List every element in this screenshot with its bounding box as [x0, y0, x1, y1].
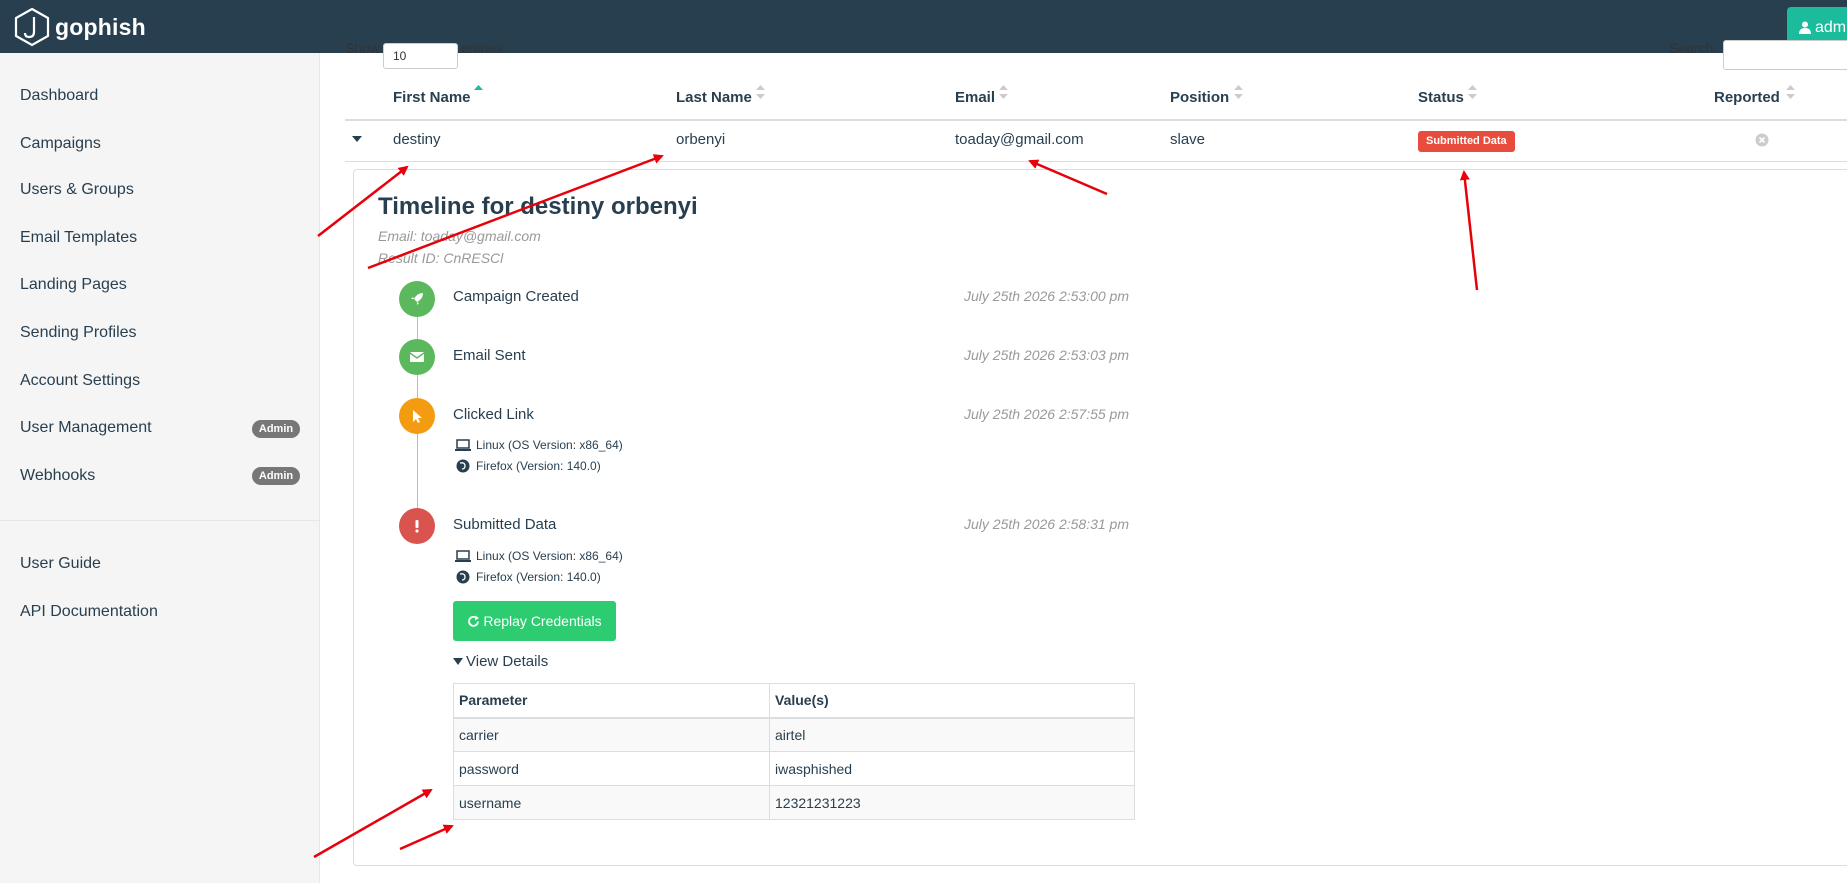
top-navbar: gophish admi — [0, 0, 1847, 53]
sidebar-item-dashboard[interactable]: Dashboard — [20, 84, 98, 108]
browser-version-text: Firefox (Version: 140.0) — [476, 459, 601, 473]
sidebar-item-users-groups[interactable]: Users & Groups — [20, 178, 134, 202]
status-badge: Submitted Data — [1418, 131, 1515, 152]
os-version-text: Linux (OS Version: x86_64) — [476, 549, 623, 563]
timeline-event-label: Email Sent — [453, 347, 526, 364]
table-row: username 12321231223 — [453, 785, 1135, 820]
timeline-result-id: Result ID: CnRESCl — [378, 250, 504, 266]
caret-down-icon — [453, 658, 463, 665]
sidebar-item-account-settings[interactable]: Account Settings — [20, 369, 140, 393]
param-value: iwasphished — [769, 751, 1135, 786]
param-name: password — [453, 751, 770, 786]
envelope-icon — [409, 352, 425, 362]
column-header-position[interactable]: Position — [1170, 89, 1229, 106]
timeline-os-detail: Linux (OS Version: x86_64) — [454, 549, 623, 563]
column-header-status[interactable]: Status — [1418, 89, 1464, 106]
timeline-event-label: Clicked Link — [453, 406, 534, 423]
mouse-pointer-icon — [413, 410, 422, 423]
sidebar-item-campaigns[interactable]: Campaigns — [20, 132, 101, 156]
timeline-event-time: July 25th 2026 2:53:00 pm — [964, 288, 1130, 304]
browser-version-text: Firefox (Version: 140.0) — [476, 570, 601, 584]
brand-link[interactable]: gophish — [13, 7, 146, 47]
column-header-first-name[interactable]: First Name — [393, 89, 471, 106]
user-menu-label: admi — [1815, 18, 1847, 36]
gophish-logo-icon — [14, 7, 50, 47]
timeline-event-label: Campaign Created — [453, 288, 579, 305]
sort-icon — [1786, 85, 1795, 99]
view-details-label: View Details — [466, 653, 549, 670]
sidebar-divider — [0, 520, 320, 521]
sort-icon — [756, 85, 765, 99]
admin-badge: Admin — [252, 467, 300, 485]
sidebar-item-user-guide[interactable]: User Guide — [20, 552, 101, 576]
table-header-divider — [345, 119, 1847, 121]
sidebar-item-sending-profiles[interactable]: Sending Profiles — [20, 321, 137, 345]
sidebar-item-api-documentation[interactable]: API Documentation — [20, 600, 158, 624]
replay-credentials-button[interactable]: Replay Credentials — [453, 601, 616, 641]
firefox-icon — [456, 570, 470, 584]
param-name: carrier — [453, 717, 770, 752]
submitted-data-table: Parameter Value(s) carrier airtel passwo… — [453, 683, 1135, 820]
search-label: Search: — [1669, 40, 1718, 56]
timeline-browser-detail: Firefox (Version: 140.0) — [454, 570, 601, 584]
timeline-event-icon — [399, 339, 435, 375]
cell-last-name: orbenyi — [676, 131, 726, 148]
timeline-title: Timeline for destiny orbenyi — [378, 193, 698, 220]
brand-name: gophish — [55, 13, 146, 40]
exclamation-icon — [415, 520, 419, 533]
timeline-event-icon — [399, 508, 435, 544]
sidebar-item-landing-pages[interactable]: Landing Pages — [20, 273, 127, 297]
sort-icon — [1234, 85, 1243, 99]
param-header: Parameter — [453, 683, 770, 719]
timeline-event-time: July 25th 2026 2:58:31 pm — [964, 516, 1130, 532]
laptop-icon — [455, 550, 471, 562]
user-icon — [1799, 21, 1811, 34]
param-name: username — [453, 785, 770, 820]
timeline-event-label: Submitted Data — [453, 516, 557, 533]
timeline-event-icon — [399, 281, 435, 317]
os-version-text: Linux (OS Version: x86_64) — [476, 438, 623, 452]
table-row: carrier airtel — [453, 717, 1135, 752]
column-header-email[interactable]: Email — [955, 89, 995, 106]
timeline-browser-detail: Firefox (Version: 140.0) — [454, 459, 601, 473]
table-row: password iwasphished — [453, 751, 1135, 786]
sidebar-item-email-templates[interactable]: Email Templates — [20, 226, 137, 250]
row-expand-caret-icon[interactable] — [352, 136, 362, 142]
view-details-toggle[interactable]: View Details — [453, 653, 548, 670]
search-input[interactable] — [1723, 40, 1847, 70]
admin-badge: Admin — [252, 420, 300, 438]
timeline-event-time: July 25th 2026 2:53:03 pm — [964, 347, 1130, 363]
sort-icon — [1468, 85, 1477, 99]
param-value: airtel — [769, 717, 1135, 752]
timeline-event-time: July 25th 2026 2:57:55 pm — [964, 406, 1130, 422]
rocket-icon — [411, 293, 423, 305]
laptop-icon — [455, 439, 471, 451]
sidebar-item-user-management[interactable]: User Management — [20, 416, 152, 440]
cell-position: slave — [1170, 131, 1206, 148]
cell-first-name: destiny — [393, 131, 441, 148]
show-entries-label: Show — [345, 40, 381, 56]
table-row-divider — [345, 161, 1847, 162]
replay-credentials-label: Replay Credentials — [483, 613, 602, 629]
refresh-icon — [468, 615, 480, 627]
not-reported-icon — [1755, 133, 1769, 147]
value-header: Value(s) — [769, 683, 1135, 719]
firefox-icon — [456, 459, 470, 473]
sort-asc-icon — [474, 85, 483, 90]
cell-email: toaday@gmail.com — [955, 131, 1084, 148]
entries-per-page-select[interactable]: 10 — [383, 43, 458, 69]
timeline-os-detail: Linux (OS Version: x86_64) — [454, 438, 623, 452]
timeline-email: Email: toaday@gmail.com — [378, 228, 541, 244]
column-header-last-name[interactable]: Last Name — [676, 89, 752, 106]
sidebar-item-webhooks[interactable]: Webhooks — [20, 464, 95, 488]
param-value: 12321231223 — [769, 785, 1135, 820]
entries-label: entries — [461, 40, 504, 56]
timeline-event-icon — [399, 398, 435, 434]
column-header-reported[interactable]: Reported — [1714, 89, 1780, 106]
sort-icon — [999, 85, 1008, 99]
